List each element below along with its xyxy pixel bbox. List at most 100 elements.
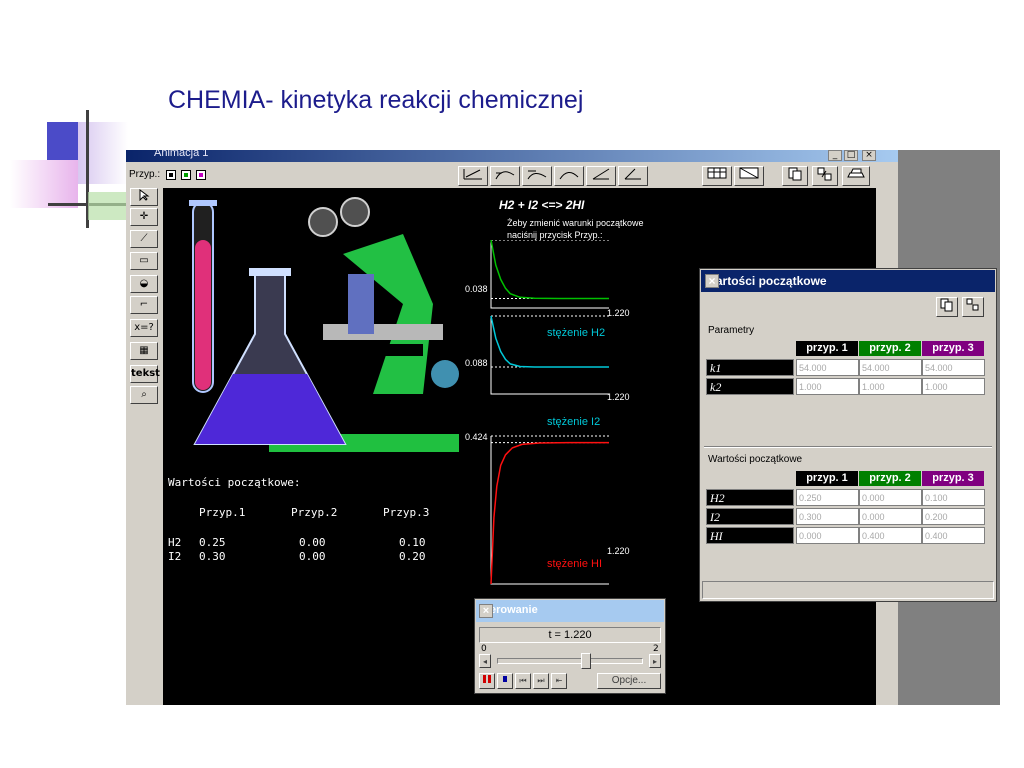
init-hi-przyp1[interactable]: 0.000 — [796, 527, 859, 544]
copy-icon — [940, 298, 953, 312]
graph-cc-button[interactable] — [522, 166, 552, 186]
row-h2-val3: 0.10 — [399, 536, 426, 549]
print-button[interactable] — [842, 166, 870, 186]
param-header-3: przyp. 3 — [922, 341, 984, 356]
dialog-copy-button[interactable] — [936, 297, 958, 317]
export-icon — [966, 298, 979, 311]
init-i2-przyp1[interactable]: 0.300 — [796, 508, 859, 525]
param-k2-przyp2[interactable]: 1.000 — [859, 378, 922, 395]
graph-angle-button[interactable] — [618, 166, 648, 186]
rewind-button[interactable]: ⏮ — [515, 673, 531, 689]
stop-button[interactable] — [479, 673, 495, 689]
init-h2-przyp2[interactable]: 0.000 — [859, 489, 922, 506]
graph-c-button[interactable] — [490, 166, 520, 186]
row-i2-val2: 0.00 — [299, 550, 326, 563]
row-i2-val3: 0.20 — [399, 550, 426, 563]
step-button[interactable]: ⇤ — [551, 673, 567, 689]
slope-icon — [592, 168, 610, 180]
row-i2-val1: 0.30 — [199, 550, 226, 563]
window-view-button[interactable] — [734, 166, 764, 186]
przyp-1-button[interactable] — [166, 170, 176, 180]
chart2-xmax-label: 1.220 — [607, 392, 630, 402]
decor-green-block — [88, 192, 126, 220]
control-close-button[interactable]: × — [479, 604, 493, 618]
decor-pink-square — [10, 160, 78, 208]
pause-button[interactable] — [497, 673, 513, 689]
graph-xy-button[interactable] — [458, 166, 488, 186]
copy-button[interactable] — [782, 166, 808, 186]
param-header-1: przyp. 1 — [796, 341, 858, 356]
row-h2-val2: 0.00 — [299, 536, 326, 549]
pointer-tool[interactable] — [130, 188, 158, 206]
minimize-button[interactable]: _ — [828, 150, 842, 161]
reaction-equation: H2 + I2 <=> 2HI — [499, 198, 585, 212]
graph-ab-button[interactable] — [554, 166, 584, 186]
stop-icon — [503, 676, 507, 682]
initials-group-label: Wartości początkowe — [708, 454, 803, 465]
slider-left-arrow[interactable]: ◂ — [479, 654, 491, 668]
chart1-xmax-label: 1.220 — [607, 308, 630, 318]
param-k2-przyp1[interactable]: 1.000 — [796, 378, 859, 395]
close-window-button[interactable]: × — [862, 150, 876, 161]
param-k2-przyp3[interactable]: 1.000 — [922, 378, 985, 395]
init-hi-label: HI — [706, 527, 794, 544]
forward-button[interactable]: ⏭ — [533, 673, 549, 689]
zoom-tool[interactable]: ⌕ — [130, 386, 158, 404]
chart-tool[interactable]: ▦ — [130, 342, 158, 360]
time-display: t = 1.220 — [479, 627, 661, 643]
przyp-2-button[interactable] — [181, 170, 191, 180]
maximize-button[interactable]: □ — [844, 150, 858, 161]
chart1-ymax-label: 0.038 — [465, 284, 488, 294]
gauge-tool[interactable]: ◒ — [130, 275, 158, 293]
table-icon — [707, 167, 727, 179]
time-slider-track[interactable] — [497, 658, 643, 664]
param-k1-przyp2[interactable]: 54.000 — [859, 359, 922, 376]
dialog-close-button[interactable]: × — [705, 274, 719, 288]
przyp-3-button[interactable] — [196, 170, 206, 180]
init-hi-przyp2[interactable]: 0.400 — [859, 527, 922, 544]
col-header-1: Przyp.1 — [199, 506, 246, 519]
row-h2-val1: 0.25 — [199, 536, 226, 549]
angle-icon — [624, 168, 641, 180]
formula-tool[interactable]: x=? — [130, 319, 158, 337]
graph-slope-button[interactable] — [586, 166, 616, 186]
time-slider-thumb[interactable] — [581, 653, 592, 669]
col-header-2: Przyp.2 — [291, 506, 338, 519]
init-i2-przyp2[interactable]: 0.000 — [859, 508, 922, 525]
window-titlebar[interactable]: Animacja 1 _ □ × — [126, 150, 898, 162]
row-i2-label: I2 — [168, 550, 182, 563]
init-header-3: przyp. 3 — [922, 471, 984, 486]
control-titlebar[interactable]: Sterowanie × — [476, 600, 664, 622]
init-header-1: przyp. 1 — [796, 471, 858, 486]
window-title: Animacja 1 — [154, 150, 209, 159]
plot-tool[interactable]: ⌐ — [130, 296, 158, 314]
param-header-2: przyp. 2 — [859, 341, 921, 356]
box-tool[interactable]: ▭ — [130, 252, 158, 270]
instruction-line-2: naciśnij przycisk Przyp.: — [507, 230, 603, 240]
dialog-export-button[interactable] — [962, 297, 984, 317]
init-hi-przyp3[interactable]: 0.400 — [922, 527, 985, 544]
dialog-separator — [704, 446, 992, 448]
point-tool[interactable]: ✛ — [130, 208, 158, 226]
vector-tool[interactable]: ⟋ — [130, 230, 158, 248]
table-view-button[interactable] — [702, 166, 732, 186]
chart3-series-label-hi: stężenie HI — [547, 558, 603, 570]
param-k1-przyp1[interactable]: 54.000 — [796, 359, 859, 376]
init-h2-przyp3[interactable]: 0.100 — [922, 489, 985, 506]
dialog-titlebar[interactable]: Wartości początkowe × — [701, 270, 995, 292]
parameters-group-label: Parametry — [708, 325, 755, 336]
chart3-series-label-i2: stężenie I2 — [547, 416, 601, 428]
init-h2-przyp1[interactable]: 0.250 — [796, 489, 859, 506]
dialog-title: Wartości początkowe — [705, 274, 827, 288]
param-k2-label: k2 — [706, 378, 794, 395]
przyp-label: Przyp.: — [129, 169, 161, 180]
param-k1-przyp3[interactable]: 54.000 — [922, 359, 985, 376]
chemistry-clipart — [189, 197, 459, 452]
slider-right-arrow[interactable]: ▸ — [649, 654, 661, 668]
init-i2-przyp3[interactable]: 0.200 — [922, 508, 985, 525]
text-tool[interactable]: tekst — [130, 365, 160, 383]
param-k1-label: k1 — [706, 359, 794, 376]
export-button[interactable] — [812, 166, 838, 186]
slide: CHEMIA- kinetyka reakcji chemicznej Anim… — [0, 0, 1024, 768]
options-button[interactable]: Opcje... — [597, 673, 661, 689]
